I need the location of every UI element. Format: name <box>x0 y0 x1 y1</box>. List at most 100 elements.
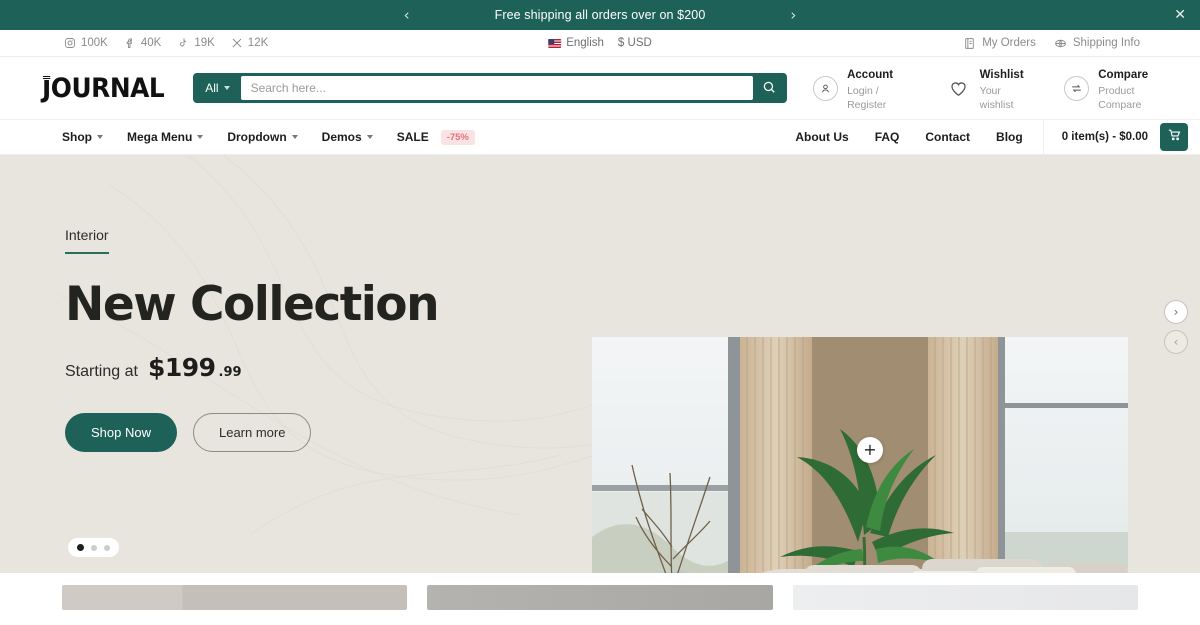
hero-slider-nav: › ‹ <box>1164 300 1188 354</box>
wishlist-subtitle: Your wishlist <box>979 85 1014 111</box>
compare-icon <box>1064 75 1090 101</box>
compare-text: Compare Product Compare <box>1098 64 1178 111</box>
x-twitter-icon <box>231 37 243 49</box>
site-logo[interactable]: JOURNAL <box>42 73 177 104</box>
user-icon <box>813 75 839 101</box>
storefront-page: ‹ Free shipping all orders over on $200 … <box>0 0 1200 625</box>
chevron-down-icon <box>97 135 103 139</box>
account-title: Account <box>847 69 894 82</box>
wishlist-text: Wishlist Your wishlist <box>980 64 1037 111</box>
nav-item-demos[interactable]: Demos <box>322 130 373 144</box>
site-header: JOURNAL All Search here... Account Login… <box>0 57 1200 120</box>
chevron-down-icon <box>223 86 230 90</box>
chevron-right-icon[interactable]: › <box>785 7 801 23</box>
nav-primary-items: Shop Mega Menu Dropdown Demos SALE -75% <box>62 129 475 145</box>
social-x-twitter[interactable]: 12K <box>231 37 268 49</box>
hero-actions: Shop Now Learn more <box>65 413 535 452</box>
cart-total: 0 item(s) - $0.00 <box>1061 131 1148 143</box>
language-switcher[interactable]: English <box>548 37 604 49</box>
nav-link-about-us[interactable]: About Us <box>795 130 848 144</box>
slider-dot-1[interactable] <box>77 544 84 551</box>
search-icon <box>762 80 776 97</box>
announcement-text: Free shipping all orders over on $200 <box>494 8 706 22</box>
orders-icon <box>963 37 976 50</box>
nav-item-demos-label: Demos <box>321 130 362 144</box>
hero-kicker-wrap: Interior <box>65 227 535 254</box>
instagram-icon <box>64 37 76 49</box>
search-category-label: All <box>205 81 219 95</box>
locale-switchers: English $ USD <box>548 37 652 49</box>
top-utility-links: My Orders Shipping Info <box>963 37 1140 50</box>
hero-banner: Interior New Collection Starting at $199… <box>0 155 1200 573</box>
shipping-info-label: Shipping Info <box>1072 37 1140 49</box>
social-facebook-count: 40K <box>140 37 162 49</box>
hero-kicker: Interior <box>65 227 109 254</box>
hero-next-button[interactable]: › <box>1164 300 1188 324</box>
social-x-count: 12K <box>247 37 269 49</box>
currency-label: $ USD <box>617 37 652 49</box>
search-button[interactable] <box>753 76 785 100</box>
close-icon[interactable]: ✕ <box>1174 8 1186 22</box>
account-subtitle: Login / Register <box>847 85 887 111</box>
account-text: Account Login / Register <box>847 64 918 111</box>
social-instagram[interactable]: 100K <box>64 37 108 49</box>
cart-area: 0 item(s) - $0.00 <box>1042 119 1200 155</box>
my-orders-link[interactable]: My Orders <box>963 37 1036 50</box>
nav-item-dropdown[interactable]: Dropdown <box>227 130 298 144</box>
hero-copy: Interior New Collection Starting at $199… <box>65 227 535 452</box>
shipping-info-link[interactable]: Shipping Info <box>1054 37 1140 50</box>
search-input[interactable] <box>240 76 754 100</box>
product-strip <box>0 573 1200 610</box>
product-card-3[interactable] <box>792 585 1138 610</box>
shop-now-button[interactable]: Shop Now <box>65 413 177 452</box>
hero-price-label: Starting at <box>65 363 138 380</box>
hero-price-cents: .99 <box>218 365 242 380</box>
top-info-bar: 100K 40K 19K 12K English $ USD My Orders… <box>0 30 1200 57</box>
product-card-1[interactable] <box>62 585 408 610</box>
nav-link-blog[interactable]: Blog <box>996 130 1023 144</box>
hero-price: Starting at $199 .99 <box>65 353 535 382</box>
hotspot-plant[interactable]: + <box>857 437 883 463</box>
nav-item-shop-label: Shop <box>62 130 92 144</box>
wishlist-title: Wishlist <box>979 69 1024 82</box>
social-facebook[interactable]: 40K <box>124 37 161 49</box>
product-card-2[interactable] <box>427 585 773 610</box>
social-tiktok[interactable]: 19K <box>177 37 215 49</box>
currency-switcher[interactable]: $ USD <box>618 37 652 49</box>
social-links: 100K 40K 19K 12K <box>64 37 268 49</box>
nav-item-mega-menu[interactable]: Mega Menu <box>127 130 204 144</box>
compare-title: Compare <box>1098 69 1149 82</box>
account-link[interactable]: Account Login / Register <box>813 64 918 111</box>
chevron-left-icon[interactable]: ‹ <box>399 7 415 23</box>
search-category-select[interactable]: All <box>196 81 240 95</box>
chevron-down-icon <box>291 135 298 139</box>
search-bar: All <box>193 73 788 103</box>
sale-badge: -75% <box>440 129 475 145</box>
wishlist-link[interactable]: Wishlist Your wishlist <box>946 64 1036 111</box>
tiktok-icon <box>177 37 189 49</box>
slider-dot-3[interactable] <box>104 544 110 551</box>
facebook-icon <box>124 37 136 49</box>
main-nav: Shop Mega Menu Dropdown Demos SALE -75% <box>0 119 1200 155</box>
nav-secondary: About Us FAQ Contact Blog 0 item(s) - $0… <box>795 119 1200 155</box>
hero-image[interactable]: + + + <box>592 337 1128 573</box>
heart-icon <box>946 79 970 98</box>
chevron-down-icon <box>366 135 373 139</box>
social-tiktok-count: 19K <box>194 37 215 49</box>
slider-dot-2[interactable] <box>91 544 97 551</box>
nav-link-faq[interactable]: FAQ <box>875 130 900 144</box>
hero-slider-dots <box>68 538 119 557</box>
cart-button[interactable] <box>1160 123 1188 151</box>
nav-item-shop[interactable]: Shop <box>62 130 103 144</box>
compare-link[interactable]: Compare Product Compare <box>1064 64 1178 111</box>
hero-prev-button[interactable]: ‹ <box>1164 330 1188 354</box>
nav-link-contact[interactable]: Contact <box>925 130 970 144</box>
shipping-icon <box>1054 37 1067 50</box>
nav-secondary-links: About Us FAQ Contact Blog <box>795 130 1042 144</box>
nav-item-sale-label: SALE <box>396 130 429 144</box>
compare-subtitle: Product Compare <box>1098 85 1142 111</box>
cart-icon <box>1167 127 1182 147</box>
us-flag-icon <box>548 38 562 48</box>
nav-item-sale[interactable]: SALE -75% <box>396 129 475 145</box>
learn-more-button[interactable]: Learn more <box>192 413 312 452</box>
